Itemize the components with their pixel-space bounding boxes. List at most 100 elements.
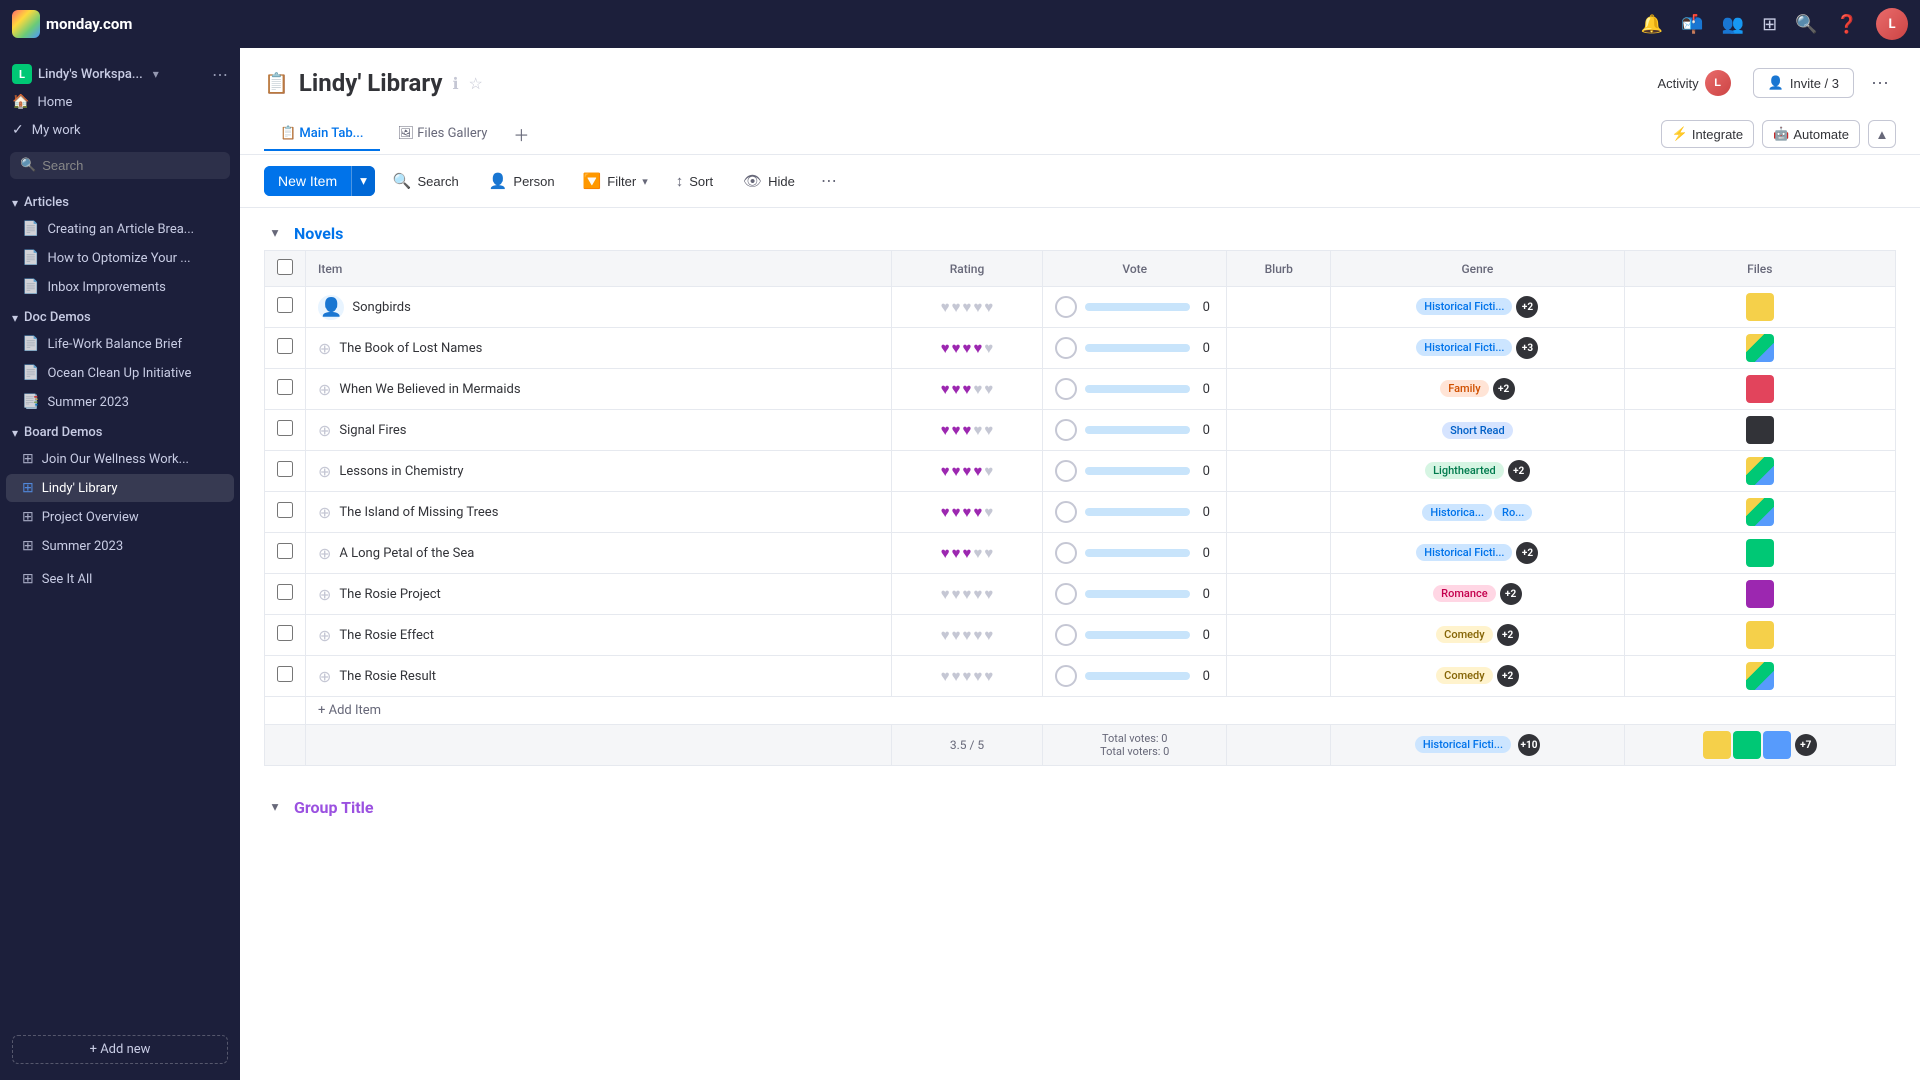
files-cell[interactable] <box>1624 574 1895 615</box>
star-empty[interactable]: ♥ <box>952 585 961 603</box>
star-filled[interactable]: ♥ <box>941 503 950 521</box>
person-button[interactable]: 👤 Person <box>477 166 567 196</box>
filter-button[interactable]: 🔽 Filter ▾ <box>573 166 658 196</box>
vote-circle[interactable] <box>1055 624 1077 646</box>
workspace-header[interactable]: L Lindy's Workspa... ▾ ⋯ <box>0 56 240 88</box>
star-empty[interactable]: ♥ <box>984 503 993 521</box>
notifications-icon[interactable]: 🔔 <box>1641 14 1663 35</box>
tab-files-gallery[interactable]: 🖼 Files Gallery <box>382 118 504 151</box>
vote-circle[interactable] <box>1055 542 1077 564</box>
rating-cell[interactable]: ♥♥♥♥♥ <box>891 451 1042 492</box>
invite-button[interactable]: 👤 Invite / 3 <box>1753 68 1854 98</box>
genre-tag[interactable]: Comedy <box>1436 667 1492 684</box>
sort-button[interactable]: ↕ Sort <box>664 167 725 196</box>
star-empty[interactable]: ♥ <box>973 380 982 398</box>
star-filled[interactable]: ♥ <box>941 380 950 398</box>
select-all-checkbox[interactable] <box>277 259 293 275</box>
file-thumbnail[interactable] <box>1746 621 1774 649</box>
blurb-cell[interactable] <box>1227 615 1331 656</box>
star-empty[interactable]: ♥ <box>973 667 982 685</box>
star-filled[interactable]: ♥ <box>941 421 950 439</box>
genre-extra[interactable]: +2 <box>1516 542 1538 564</box>
person-add-icon[interactable]: ⊕ <box>318 667 331 686</box>
tab-main-table[interactable]: 📋 Main Tab... <box>264 118 380 151</box>
row-checkbox[interactable] <box>277 461 293 477</box>
star-filled[interactable]: ♥ <box>941 544 950 562</box>
file-thumbnail[interactable] <box>1746 457 1774 485</box>
articles-group-header[interactable]: ▾ Articles <box>0 187 240 214</box>
sidebar-item-project-overview[interactable]: ⊞ Project Overview <box>6 503 234 531</box>
rating-cell[interactable]: ♥♥♥♥♥ <box>891 369 1042 410</box>
rating-cell[interactable]: ♥♥♥♥♥ <box>891 533 1042 574</box>
star-filled[interactable]: ♥ <box>963 421 972 439</box>
genre-tag[interactable]: Comedy <box>1436 626 1492 643</box>
star-empty[interactable]: ♥ <box>952 667 961 685</box>
vote-circle[interactable] <box>1055 296 1077 318</box>
star-filled[interactable]: ♥ <box>952 380 961 398</box>
star-empty[interactable]: ♥ <box>984 462 993 480</box>
star-filled[interactable]: ♥ <box>941 339 950 357</box>
rating-cell[interactable]: ♥♥♥♥♥ <box>891 410 1042 451</box>
star-filled[interactable]: ♥ <box>952 544 961 562</box>
star-empty[interactable]: ♥ <box>984 380 993 398</box>
files-cell[interactable] <box>1624 533 1895 574</box>
star-empty[interactable]: ♥ <box>984 339 993 357</box>
genre-extra[interactable]: +2 <box>1516 296 1538 318</box>
person-add-icon[interactable]: ⊕ <box>318 585 331 604</box>
star-empty[interactable]: ♥ <box>952 626 961 644</box>
star-empty[interactable]: ♥ <box>963 585 972 603</box>
files-cell[interactable] <box>1624 328 1895 369</box>
genre-tag[interactable]: Historical Ficti... <box>1416 544 1512 561</box>
vote-circle[interactable] <box>1055 583 1077 605</box>
genre-tag[interactable]: Historical Ficti... <box>1416 339 1512 356</box>
sidebar-item-wellness[interactable]: ⊞ Join Our Wellness Work... <box>6 445 234 473</box>
genre-extra[interactable]: +2 <box>1500 583 1522 605</box>
star-filled[interactable]: ♥ <box>952 421 961 439</box>
rating-cell[interactable]: ♥♥♥♥♥ <box>891 287 1042 328</box>
genre-tag[interactable]: Short Read <box>1442 422 1513 439</box>
genre-tag[interactable]: Lighthearted <box>1425 462 1504 479</box>
search-icon[interactable]: 🔍 <box>1795 14 1817 35</box>
files-cell[interactable] <box>1624 492 1895 533</box>
sidebar-item-see-it-all[interactable]: ⊞ See It All <box>6 565 234 593</box>
star-filled[interactable]: ♥ <box>963 462 972 480</box>
blurb-cell[interactable] <box>1227 287 1331 328</box>
star-empty[interactable]: ♥ <box>984 667 993 685</box>
board-more-button[interactable]: ⋯ <box>1864 67 1896 99</box>
file-thumbnail[interactable] <box>1746 293 1774 321</box>
files-cell[interactable] <box>1624 615 1895 656</box>
star-empty[interactable]: ♥ <box>941 585 950 603</box>
group-title-collapse-button[interactable]: ▾ <box>264 796 286 818</box>
sidebar-item-summer-2023-doc[interactable]: 📑 Summer 2023 <box>6 388 234 416</box>
row-checkbox[interactable] <box>277 502 293 518</box>
people-icon[interactable]: 👥 <box>1722 14 1744 35</box>
sidebar-item-mywork[interactable]: ✓ My work <box>0 116 240 144</box>
star-empty[interactable]: ♥ <box>963 667 972 685</box>
blurb-cell[interactable] <box>1227 533 1331 574</box>
genre-extra[interactable]: +2 <box>1493 378 1515 400</box>
add-item-button[interactable]: + Add Item <box>306 697 1896 725</box>
person-add-icon[interactable]: ⊕ <box>318 339 331 358</box>
rating-cell[interactable]: ♥♥♥♥♥ <box>891 492 1042 533</box>
genre-tag[interactable]: Family <box>1440 380 1488 397</box>
files-cell[interactable] <box>1624 287 1895 328</box>
novels-title[interactable]: Novels <box>294 224 343 243</box>
genre-extra[interactable]: +2 <box>1508 460 1530 482</box>
doc-demos-group-header[interactable]: ▾ Doc Demos <box>0 302 240 329</box>
sidebar-item-inbox-improvements[interactable]: 📄 Inbox Improvements <box>6 273 234 301</box>
rating-cell[interactable]: ♥♥♥♥♥ <box>891 656 1042 697</box>
star-empty[interactable]: ♥ <box>984 626 993 644</box>
sidebar-item-creating-article[interactable]: 📄 Creating an Article Brea... <box>6 215 234 243</box>
star-empty[interactable]: ♥ <box>973 298 982 316</box>
row-checkbox[interactable] <box>277 584 293 600</box>
star-filled[interactable]: ♥ <box>952 503 961 521</box>
blurb-cell[interactable] <box>1227 410 1331 451</box>
star-empty[interactable]: ♥ <box>973 585 982 603</box>
star-empty[interactable]: ♥ <box>941 667 950 685</box>
sidebar-search-input[interactable] <box>42 158 220 173</box>
sidebar-search[interactable]: 🔍 <box>10 152 230 179</box>
row-checkbox[interactable] <box>277 338 293 354</box>
collapse-header-button[interactable]: ▲ <box>1868 120 1896 148</box>
add-item-row[interactable]: + Add Item <box>265 697 1896 725</box>
genre-extra[interactable]: +2 <box>1497 624 1519 646</box>
